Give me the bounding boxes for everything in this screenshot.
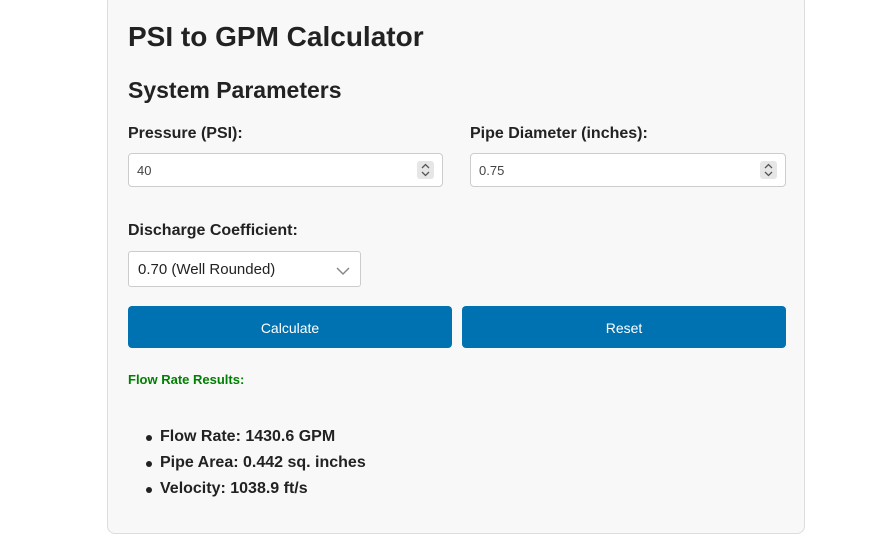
spinner-updown-icon[interactable]	[760, 161, 777, 179]
result-velocity: Velocity: 1038.9 ft/s	[128, 476, 366, 502]
result-flow-rate: Flow Rate: 1430.6 GPM	[128, 424, 366, 450]
spinner-updown-icon[interactable]	[417, 161, 434, 179]
pressure-label: Pressure (PSI):	[128, 125, 243, 142]
page-title: PSI to GPM Calculator	[128, 21, 424, 52]
calculator-card: PSI to GPM Calculator System Parameters …	[107, 0, 805, 534]
reset-button[interactable]: Reset	[462, 306, 786, 348]
pipe-diameter-field[interactable]	[470, 153, 786, 187]
section-title-system-parameters: System Parameters	[128, 77, 342, 103]
results-title: Flow Rate Results:	[128, 372, 245, 387]
pipe-diameter-label: Pipe Diameter (inches):	[470, 125, 648, 142]
discharge-coefficient-label: Discharge Coefficient:	[128, 222, 298, 239]
chevron-down-icon	[336, 263, 350, 281]
results-list: Flow Rate: 1430.6 GPM Pipe Area: 0.442 s…	[128, 424, 366, 502]
calculate-button[interactable]: Calculate	[128, 306, 452, 348]
pressure-input[interactable]	[129, 154, 412, 186]
result-pipe-area: Pipe Area: 0.442 sq. inches	[128, 450, 366, 476]
select-value: 0.70 (Well Rounded)	[138, 261, 276, 278]
pipe-diameter-input[interactable]	[471, 154, 755, 186]
pressure-field[interactable]	[128, 153, 443, 187]
discharge-coefficient-select[interactable]: 0.70 (Well Rounded)	[128, 251, 361, 287]
